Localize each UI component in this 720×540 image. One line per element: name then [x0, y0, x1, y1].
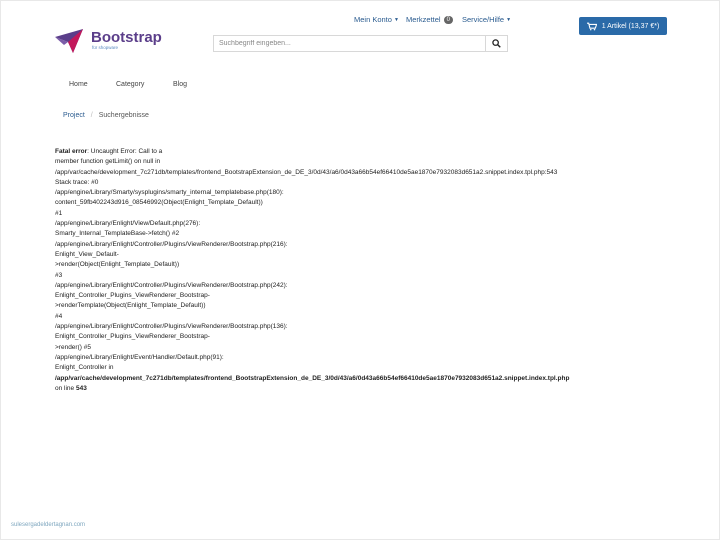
error-text: /app/var/cache/development_7c271db/templ… [55, 168, 558, 176]
error-text: Stack trace: #0 [55, 178, 99, 186]
error-text: on line [55, 384, 76, 392]
search-icon [492, 39, 501, 48]
service-menu-label: Service/Hilfe [462, 15, 505, 24]
account-menu-label: Mein Konto [354, 15, 392, 24]
cart-button[interactable]: 1 Artikel (13,37 €*) [579, 17, 667, 35]
error-text: /app/engine/Library/Smarty/sysplugins/sm… [55, 189, 284, 197]
nav-item-blog[interactable]: Blog [173, 81, 187, 88]
watermark: sulesergadeldertagnan.com [11, 522, 86, 528]
error-line: content_59fb402243d916_08546992(Object(E… [55, 198, 665, 208]
nav-item-home[interactable]: Home [69, 81, 88, 88]
error-text: Enlight_Controller in [55, 364, 114, 372]
error-line: /app/engine/Library/Enlight/View/Default… [55, 219, 665, 229]
error-text: /app/engine/Library/Enlight/View/Default… [55, 220, 201, 228]
logo-subtitle: für shopware [92, 45, 119, 50]
error-line: /app/engine/Library/Enlight/Controller/P… [55, 281, 665, 291]
error-text: #3 [55, 271, 63, 279]
error-line: member function getLimit() on null in [55, 157, 665, 167]
account-menu-link[interactable]: Mein Konto ▼ [354, 15, 399, 24]
error-file-path: /app/var/cache/development_7c271db/templ… [55, 374, 570, 382]
error-text: Enlight_Controller_Plugins_ViewRenderer_… [55, 333, 210, 341]
error-text: Smarty_Internal_TemplateBase->fetch() #2 [55, 230, 180, 238]
error-line: /app/engine/Library/Enlight/Event/Handle… [55, 353, 665, 363]
error-line: Stack trace: #0 [55, 178, 665, 188]
logo-title: Bootstrap [91, 29, 162, 46]
error-text: /app/engine/Library/Enlight/Controller/P… [55, 281, 288, 289]
error-message: Fatal error: Uncaught Error: Call to a me… [55, 147, 665, 394]
top-bar: Mein Konto ▼ Merkzettel 0 Service/Hilfe ▼ 1… [1, 9, 720, 35]
error-text: Enlight_Controller_Plugins_ViewRenderer_… [55, 292, 210, 300]
logo-mark-icon [55, 29, 83, 53]
chevron-down-icon: ▼ [393, 17, 399, 23]
error-line: Enlight_Controller_Plugins_ViewRenderer_… [55, 332, 665, 342]
error-label: Fatal error [55, 148, 88, 155]
error-line: Smarty_Internal_TemplateBase->fetch() #2 [55, 229, 665, 239]
error-text: >render(Object(Enlight_Template_Default)… [55, 261, 180, 269]
error-line: >render(Object(Enlight_Template_Default)… [55, 260, 665, 270]
error-text: /app/engine/Library/Enlight/Controller/P… [55, 240, 288, 248]
cart-icon [586, 22, 597, 30]
error-text: #1 [55, 209, 63, 217]
error-line: Enlight_Controller_Plugins_ViewRenderer_… [55, 291, 665, 301]
search-bar [213, 35, 508, 52]
breadcrumb-item-current: Suchergebnisse [98, 112, 149, 119]
service-menu-link[interactable]: Service/Hilfe ▼ [462, 15, 511, 24]
breadcrumb: Project / Suchergebnisse [63, 112, 149, 119]
search-input[interactable] [214, 36, 486, 51]
error-line: Fatal error: Uncaught Error: Call to a [55, 147, 665, 157]
logo[interactable]: Bootstrap für shopware [55, 29, 175, 55]
error-line-number: 543 [75, 384, 87, 392]
error-line: on line 543 [55, 384, 665, 394]
error-text: /app/engine/Library/Enlight/Event/Handle… [55, 353, 224, 361]
error-line: Enlight_Controller in [55, 363, 665, 373]
cart-summary: 1 Artikel (13,37 €*) [601, 22, 660, 30]
error-text: /app/engine/Library/Enlight/Controller/P… [55, 323, 288, 331]
breadcrumb-item-project[interactable]: Project [63, 112, 85, 119]
error-line: Enlight_View_Default- [55, 250, 665, 260]
error-line: /app/engine/Library/Smarty/sysplugins/sm… [55, 188, 665, 198]
wishlist-count-badge: 0 [443, 16, 453, 24]
error-text: >render() #5 [55, 343, 91, 351]
error-line: /app/engine/Library/Enlight/Controller/P… [55, 322, 665, 332]
error-text: >renderTemplate(Object(Enlight_Template_… [55, 302, 206, 310]
error-text: : Uncaught Error: Call to a [87, 148, 163, 155]
wishlist-label: Merkzettel [406, 15, 441, 24]
error-line: /app/var/cache/development_7c271db/templ… [55, 168, 665, 178]
breadcrumb-separator: / [90, 112, 93, 119]
error-text: Enlight_View_Default- [55, 250, 119, 258]
nav-item-category[interactable]: Category [116, 81, 144, 88]
error-line: /app/var/cache/development_7c271db/templ… [55, 374, 665, 384]
error-line: #1 [55, 209, 665, 219]
error-line: >renderTemplate(Object(Enlight_Template_… [55, 301, 665, 311]
chevron-down-icon: ▼ [506, 17, 512, 23]
error-text: #4 [55, 312, 63, 320]
error-text: content_59fb402243d916_08546992(Object(E… [55, 199, 263, 207]
wishlist-link[interactable]: Merkzettel 0 [406, 15, 453, 24]
error-line: /app/engine/Library/Enlight/Controller/P… [55, 240, 665, 250]
search-button[interactable] [485, 36, 507, 51]
error-line: >render() #5 [55, 343, 665, 353]
error-line: #3 [55, 271, 665, 281]
error-line: #4 [55, 312, 665, 322]
error-text: member function getLimit() on null in [55, 158, 161, 166]
